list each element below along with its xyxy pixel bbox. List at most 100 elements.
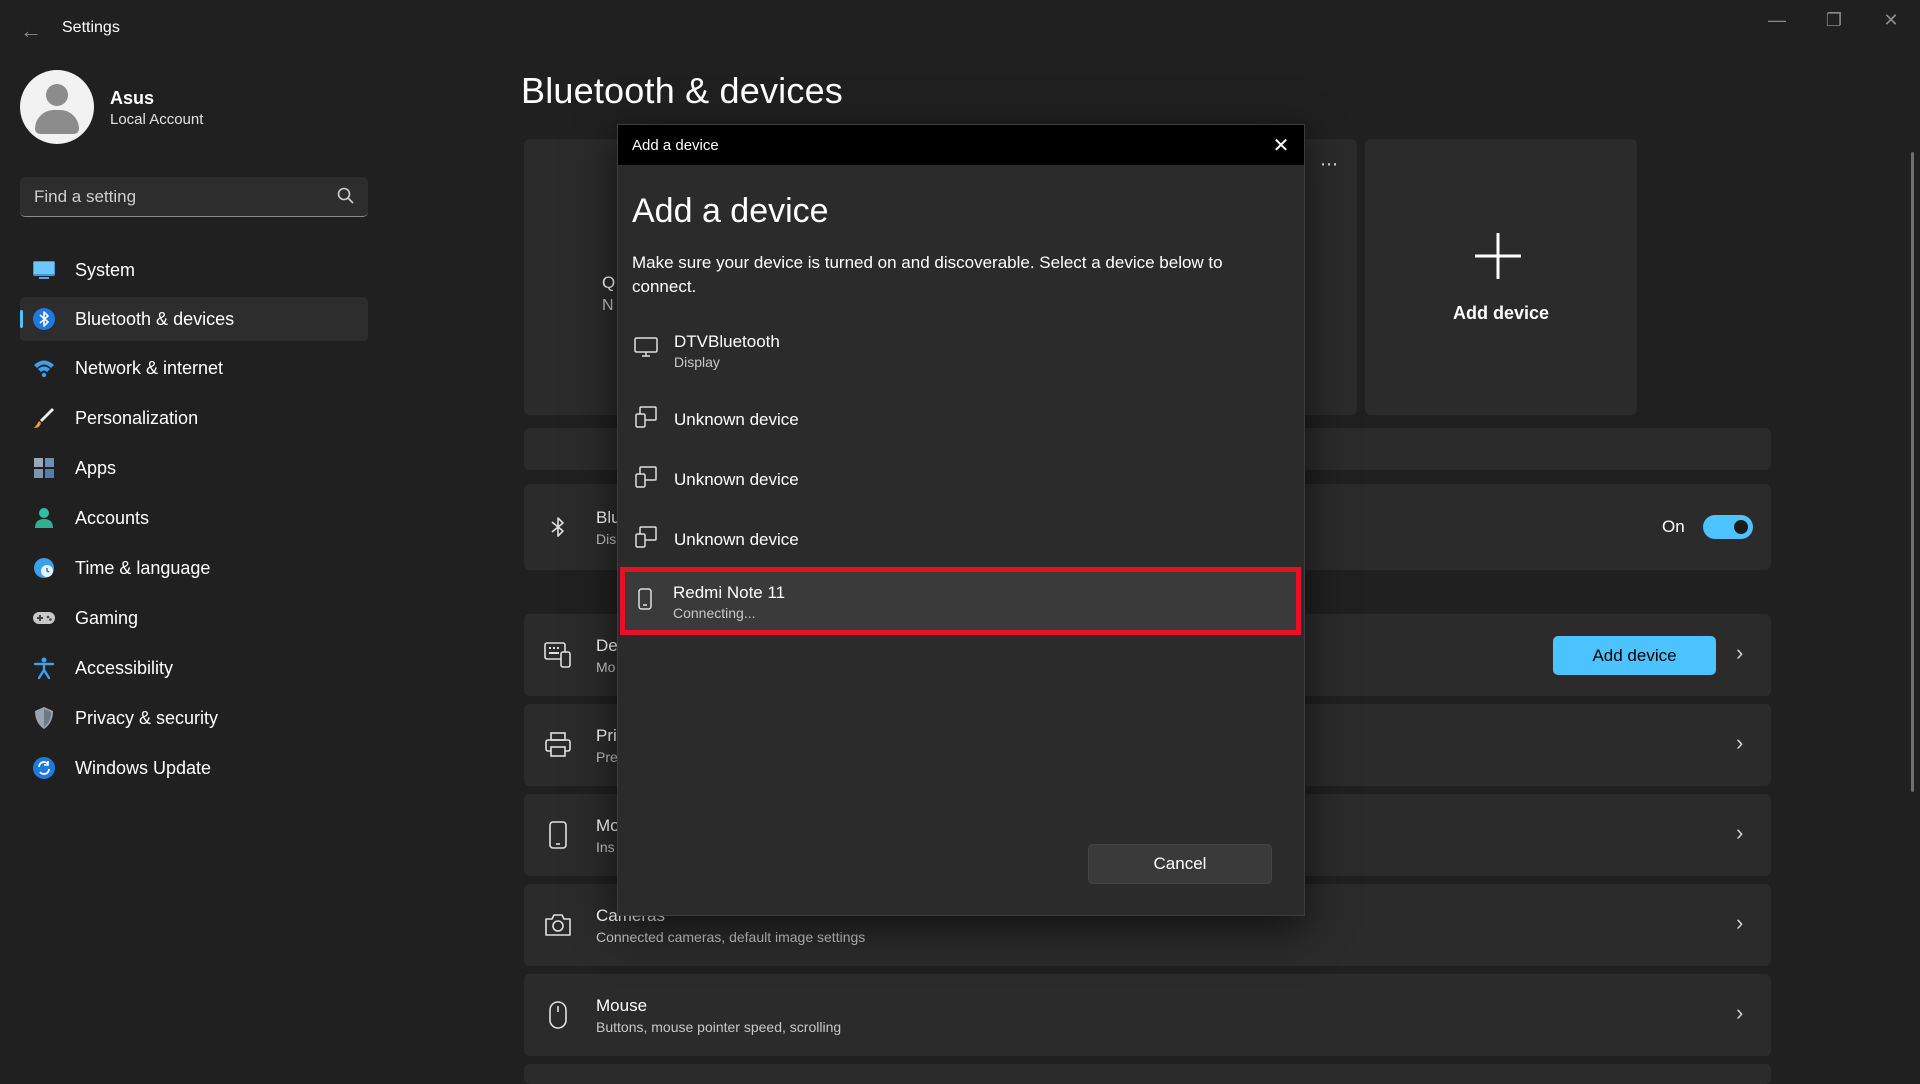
device-name: Unknown device	[674, 530, 799, 549]
device-item[interactable]: DTVBluetooth Display	[626, 321, 1292, 377]
sidebar-item-network[interactable]: Network & internet	[20, 346, 368, 390]
dialog-title-bar: Add a device ✕	[618, 125, 1304, 165]
person-icon	[35, 508, 53, 528]
devices-row-subtitle: Mo	[596, 659, 616, 675]
sidebar-item-label: Bluetooth & devices	[75, 309, 235, 329]
sidebar-item-personalization[interactable]: Personalization	[20, 396, 368, 440]
sidebar-item-label: System	[75, 260, 136, 280]
sidebar-item-label: Privacy & security	[75, 708, 219, 728]
chevron-right-icon: ›	[1736, 1000, 1744, 1025]
device-item-redmi-note-11[interactable]: Redmi Note 11 Connecting...	[620, 567, 1301, 635]
sidebar-item-label: Windows Update	[75, 758, 212, 778]
chevron-right-icon: ›	[1736, 640, 1744, 665]
scrollbar[interactable]	[1911, 152, 1914, 792]
shield-icon	[35, 707, 53, 729]
search-icon[interactable]	[336, 186, 356, 206]
device-type: Display	[674, 354, 720, 370]
plus-icon	[1475, 233, 1521, 279]
sidebar-item-privacy-security[interactable]: Privacy & security	[20, 696, 368, 740]
chevron-right-icon: ›	[1736, 910, 1744, 935]
device-item[interactable]: Unknown device	[626, 511, 1292, 567]
unknown-device-icon	[635, 406, 657, 428]
device-item[interactable]: Unknown device	[626, 391, 1292, 447]
apps-icon	[34, 458, 54, 478]
mobile-row-subtitle: Ins	[596, 839, 615, 855]
accessibility-icon	[33, 657, 55, 680]
device-name: Unknown device	[674, 410, 799, 429]
update-icon	[33, 757, 55, 779]
dialog-heading: Add a device	[632, 192, 829, 230]
bluetooth-icon	[551, 517, 564, 537]
bluetooth-icon	[33, 308, 55, 330]
sidebar-item-apps[interactable]: Apps	[20, 446, 368, 490]
minimize-icon[interactable]: —	[1748, 0, 1806, 40]
restore-icon[interactable]: ❐	[1805, 0, 1863, 40]
brush-icon	[34, 408, 54, 428]
sidebar-item-accounts[interactable]: Accounts	[20, 496, 368, 540]
toggle-state-label: On	[1662, 517, 1685, 536]
phone-icon	[638, 588, 652, 610]
chevron-right-icon: ›	[1736, 820, 1744, 845]
keyboard-device-icon	[544, 642, 571, 668]
sidebar-item-label: Network & internet	[75, 358, 224, 378]
user-name: Asus	[110, 88, 155, 108]
search-input[interactable]	[32, 177, 336, 217]
more-options-icon[interactable]: ⋯	[1314, 153, 1344, 175]
add-device-dialog: Add a device ✕ Add a device Make sure yo…	[617, 124, 1305, 916]
gamepad-icon	[33, 612, 55, 624]
add-device-tile[interactable]: Add device	[1365, 139, 1637, 415]
printers-row-subtitle: Pre	[596, 749, 618, 765]
device-name: Unknown device	[674, 470, 799, 489]
printers-row-title: Pri	[596, 726, 617, 745]
sidebar-item-time-language[interactable]: Time & language	[20, 546, 368, 590]
mouse-row-subtitle: Buttons, mouse pointer speed, scrolling	[596, 1019, 842, 1035]
device-item[interactable]: Unknown device	[626, 451, 1292, 507]
phone-icon	[549, 821, 567, 849]
dialog-bar-title: Add a device	[632, 137, 719, 154]
monitor-icon	[33, 261, 55, 279]
active-indicator	[20, 310, 23, 328]
devices-row-title: De	[596, 636, 618, 655]
sidebar-item-accessibility[interactable]: Accessibility	[20, 646, 368, 690]
monitor-icon	[634, 337, 658, 357]
sidebar-item-label: Gaming	[75, 608, 139, 628]
sidebar-item-bluetooth-devices[interactable]: Bluetooth & devices	[20, 297, 368, 341]
camera-icon	[545, 914, 571, 936]
next-row-partial	[524, 1064, 1771, 1084]
sidebar-item-label: Personalization	[75, 408, 199, 428]
dialog-description: Make sure your device is turned on and d…	[632, 253, 1223, 296]
printer-icon	[545, 732, 571, 757]
mouse-icon	[549, 1001, 567, 1029]
connection-status: Connecting...	[673, 605, 756, 621]
avatar[interactable]	[20, 70, 94, 144]
device-name: DTVBluetooth	[674, 332, 780, 351]
sidebar-item-system[interactable]: System	[20, 248, 368, 292]
sidebar-item-label: Apps	[75, 458, 117, 478]
app-title: Settings	[62, 19, 120, 36]
unknown-device-icon	[635, 466, 657, 488]
mouse-row-title: Mouse	[596, 996, 648, 1015]
close-window-icon[interactable]: ✕	[1862, 0, 1920, 40]
bluetooth-toggle[interactable]	[1703, 515, 1753, 539]
add-device-tile-label: Add device	[1452, 303, 1550, 323]
back-arrow-icon[interactable]: ←	[14, 14, 48, 48]
sidebar-item-gaming[interactable]: Gaming	[20, 596, 368, 640]
chevron-right-icon: ›	[1736, 730, 1744, 755]
search-box[interactable]	[20, 177, 368, 217]
title-bar: ← Settings — ❐ ✕	[0, 0, 1920, 60]
cameras-row-subtitle: Connected cameras, default image setting…	[596, 929, 866, 945]
bluetooth-row-subtitle: Dis	[596, 531, 617, 547]
sidebar-item-windows-update[interactable]: Windows Update	[20, 746, 368, 790]
page-title: Bluetooth & devices	[521, 70, 843, 111]
cancel-button[interactable]: Cancel	[1088, 844, 1272, 884]
mouse-row[interactable]: Mouse Buttons, mouse pointer speed, scro…	[524, 974, 1771, 1056]
wifi-icon	[34, 360, 54, 378]
device-name: Redmi Note 11	[673, 583, 786, 602]
sidebar-item-label: Accounts	[75, 508, 150, 528]
account-type: Local Account	[110, 111, 204, 128]
close-icon[interactable]: ✕	[1264, 129, 1298, 161]
unknown-device-icon	[635, 526, 657, 548]
card-subtext-fragment: N	[602, 297, 614, 314]
card-text-fragment: Q	[602, 273, 616, 292]
add-device-button[interactable]: Add device	[1553, 636, 1716, 675]
